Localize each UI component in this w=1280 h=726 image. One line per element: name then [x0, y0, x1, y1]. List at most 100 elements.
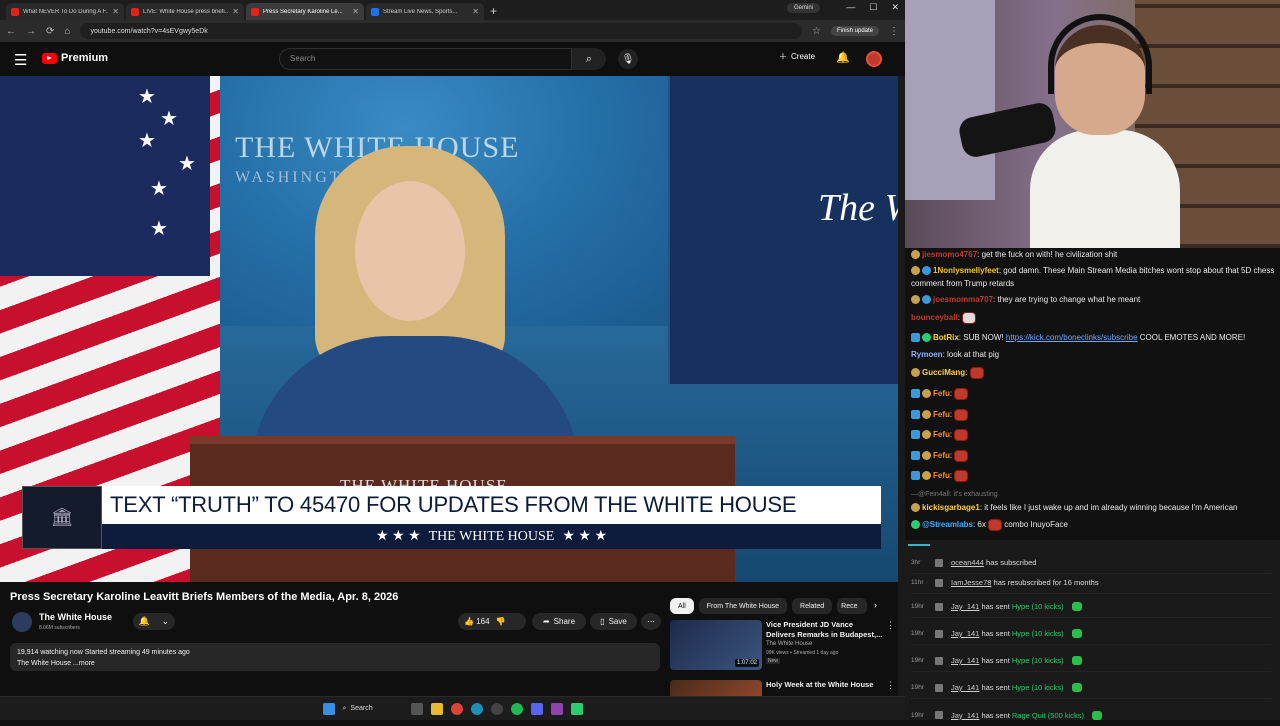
- chat-username[interactable]: Fefu: [933, 389, 950, 398]
- chat-message: Fefu:: [911, 408, 1276, 421]
- browser-tab-3-active[interactable]: Press Secretary Karoline Le... ✕: [246, 3, 364, 20]
- event-user[interactable]: Jay_141: [951, 656, 979, 665]
- thumbs-down-icon[interactable]: 👎: [496, 617, 506, 626]
- chat-username[interactable]: kickisgarbage1: [922, 503, 980, 512]
- chip-related[interactable]: Related: [792, 598, 833, 614]
- back-icon[interactable]: ←: [6, 26, 16, 37]
- chat-username[interactable]: Fefu: [933, 451, 950, 460]
- recommended-video[interactable]: Holy Week at the White House ⋮: [670, 680, 895, 696]
- obs-icon[interactable]: [490, 702, 503, 715]
- event-row: 19hr Jay_141 has sent Hype (10 kicks): [911, 623, 1271, 645]
- event-user[interactable]: Jay_141: [951, 602, 979, 611]
- chat-username[interactable]: @Streamlabs: [922, 520, 973, 529]
- home-icon[interactable]: ⌂: [64, 26, 70, 37]
- more-actions-icon[interactable]: ⋯: [641, 613, 661, 630]
- event-time: 19hr: [911, 630, 925, 637]
- create-button[interactable]: ＋ Create: [779, 51, 815, 62]
- chevron-right-icon[interactable]: ›: [874, 600, 877, 610]
- video-player[interactable]: THE WHITE HOUSE WASHINGTON ★ ★ ★ ★ ★ ★ T…: [0, 76, 900, 582]
- chat-message: BotRix: SUB NOW! https://kick.com/bonecl…: [911, 331, 1276, 344]
- forward-icon[interactable]: →: [26, 26, 36, 37]
- spotify-icon[interactable]: [510, 702, 523, 715]
- close-tab-icon[interactable]: ✕: [232, 7, 239, 16]
- subscription-bell-button[interactable]: 🔔 ⌄: [133, 613, 175, 630]
- windows-start-icon[interactable]: [322, 702, 335, 715]
- chip-all[interactable]: All: [670, 598, 694, 614]
- chat-username[interactable]: Fefu: [933, 410, 950, 419]
- page-scrollbar[interactable]: [898, 76, 905, 696]
- notifications-bell-icon[interactable]: 🔔: [836, 51, 850, 64]
- close-tab-icon[interactable]: ✕: [112, 7, 119, 16]
- save-button[interactable]: ▯ Save: [590, 613, 637, 630]
- recommended-channel[interactable]: The White House: [766, 641, 812, 647]
- more-options-icon[interactable]: ⋮: [886, 680, 895, 691]
- browser-tab-2[interactable]: LIVE: White House press briefi... ✕: [126, 3, 244, 20]
- account-avatar[interactable]: [866, 51, 882, 67]
- gift-icon: [1071, 683, 1082, 692]
- recommended-video[interactable]: 1:07:02 Vice President JD Vance Delivers…: [670, 620, 895, 675]
- file-explorer-icon[interactable]: [430, 702, 443, 715]
- chat-username[interactable]: Fefu: [933, 430, 950, 439]
- bookmark-star-icon[interactable]: ☆: [812, 26, 821, 37]
- recommended-title[interactable]: Holy Week at the White House: [766, 680, 884, 690]
- subscribe-link[interactable]: https://kick.com/boneclinks/subscribe: [1006, 333, 1138, 342]
- chip-recent[interactable]: Rece: [837, 598, 868, 614]
- youtube-premium-logo[interactable]: Premium: [42, 52, 108, 64]
- event-user[interactable]: IamJesse78: [951, 578, 991, 587]
- monitor-text: The W: [818, 187, 900, 229]
- event-row: 19hr Jay_141 has sent Hype (10 kicks): [911, 677, 1271, 699]
- close-window-icon[interactable]: ✕: [891, 2, 899, 13]
- chat-username[interactable]: 1Nonlysmellyfeet: [933, 266, 999, 275]
- chip-from-white-house[interactable]: From The White House: [698, 598, 788, 614]
- close-tab-icon[interactable]: ✕: [472, 7, 479, 16]
- like-button[interactable]: 👍 164: [464, 617, 490, 626]
- task-view-icon[interactable]: [410, 702, 423, 715]
- event-user[interactable]: Jay_141: [951, 629, 979, 638]
- description-box[interactable]: 19,914 watching now Started streaming 49…: [10, 643, 660, 671]
- minimize-icon[interactable]: —: [846, 2, 855, 13]
- badge-icon: [911, 389, 920, 399]
- app-icon[interactable]: [570, 702, 583, 715]
- search-icon[interactable]: ⌕: [572, 48, 606, 70]
- browser-tab-4[interactable]: Stream Live News, Sports... ✕: [366, 3, 484, 20]
- app-icon[interactable]: [550, 702, 563, 715]
- video-thumbnail[interactable]: 1:07:02: [670, 620, 762, 670]
- event-user[interactable]: Jay_141: [951, 711, 979, 720]
- discord-icon[interactable]: [530, 702, 543, 715]
- new-tab-button[interactable]: +: [486, 3, 501, 20]
- event-user[interactable]: ocean444: [951, 558, 984, 567]
- gemini-button[interactable]: Gemini: [786, 3, 820, 13]
- event-user[interactable]: Jay_141: [951, 683, 979, 692]
- chat-username[interactable]: GucciMang: [922, 368, 965, 377]
- maximize-icon[interactable]: ☐: [869, 2, 877, 13]
- chat-username[interactable]: Rymoen: [911, 350, 943, 359]
- browser-tab-1[interactable]: What NEVER To Do During A F... ✕: [6, 3, 124, 20]
- recommended-title[interactable]: Vice President JD Vance Delivers Remarks…: [766, 620, 884, 640]
- hamburger-menu-icon[interactable]: ☰: [14, 51, 27, 69]
- reload-icon[interactable]: ⟳: [46, 26, 54, 37]
- share-button[interactable]: ➦ Share: [532, 613, 586, 630]
- chat-username[interactable]: BotRix: [933, 333, 959, 342]
- reply-username[interactable]: @Fein4all: [918, 491, 950, 498]
- chat-text: it's exhausting: [953, 491, 998, 498]
- chat-username[interactable]: bounceyball: [911, 313, 958, 322]
- browser-menu-icon[interactable]: ⋮: [889, 26, 899, 37]
- chrome-icon[interactable]: [450, 702, 463, 715]
- live-chat: jiesmomo4767: get the fuck on with! he c…: [905, 248, 1280, 540]
- channel-avatar[interactable]: [12, 612, 32, 632]
- channel-name[interactable]: The White House: [39, 612, 112, 622]
- close-tab-icon[interactable]: ✕: [352, 7, 359, 16]
- finish-update-button[interactable]: Finish update: [830, 26, 879, 36]
- url-field[interactable]: youtube.com/watch?v=4sEVgwy5eDk: [80, 23, 802, 39]
- video-thumbnail[interactable]: [670, 680, 762, 696]
- event-text: has subscribed: [983, 558, 1037, 567]
- chat-username[interactable]: Fefu: [933, 471, 950, 480]
- chat-username[interactable]: jiesmomo4767: [922, 250, 977, 259]
- more-options-icon[interactable]: ⋮: [886, 620, 895, 631]
- chat-username[interactable]: joesmomma707: [933, 295, 993, 304]
- taskbar-search[interactable]: ⌕ Search: [343, 705, 403, 713]
- description-more-text[interactable]: The White House ...more: [17, 658, 653, 669]
- edge-icon[interactable]: [470, 702, 483, 715]
- microphone-icon[interactable]: 🎙: [618, 49, 638, 69]
- search-input[interactable]: Search: [279, 48, 572, 70]
